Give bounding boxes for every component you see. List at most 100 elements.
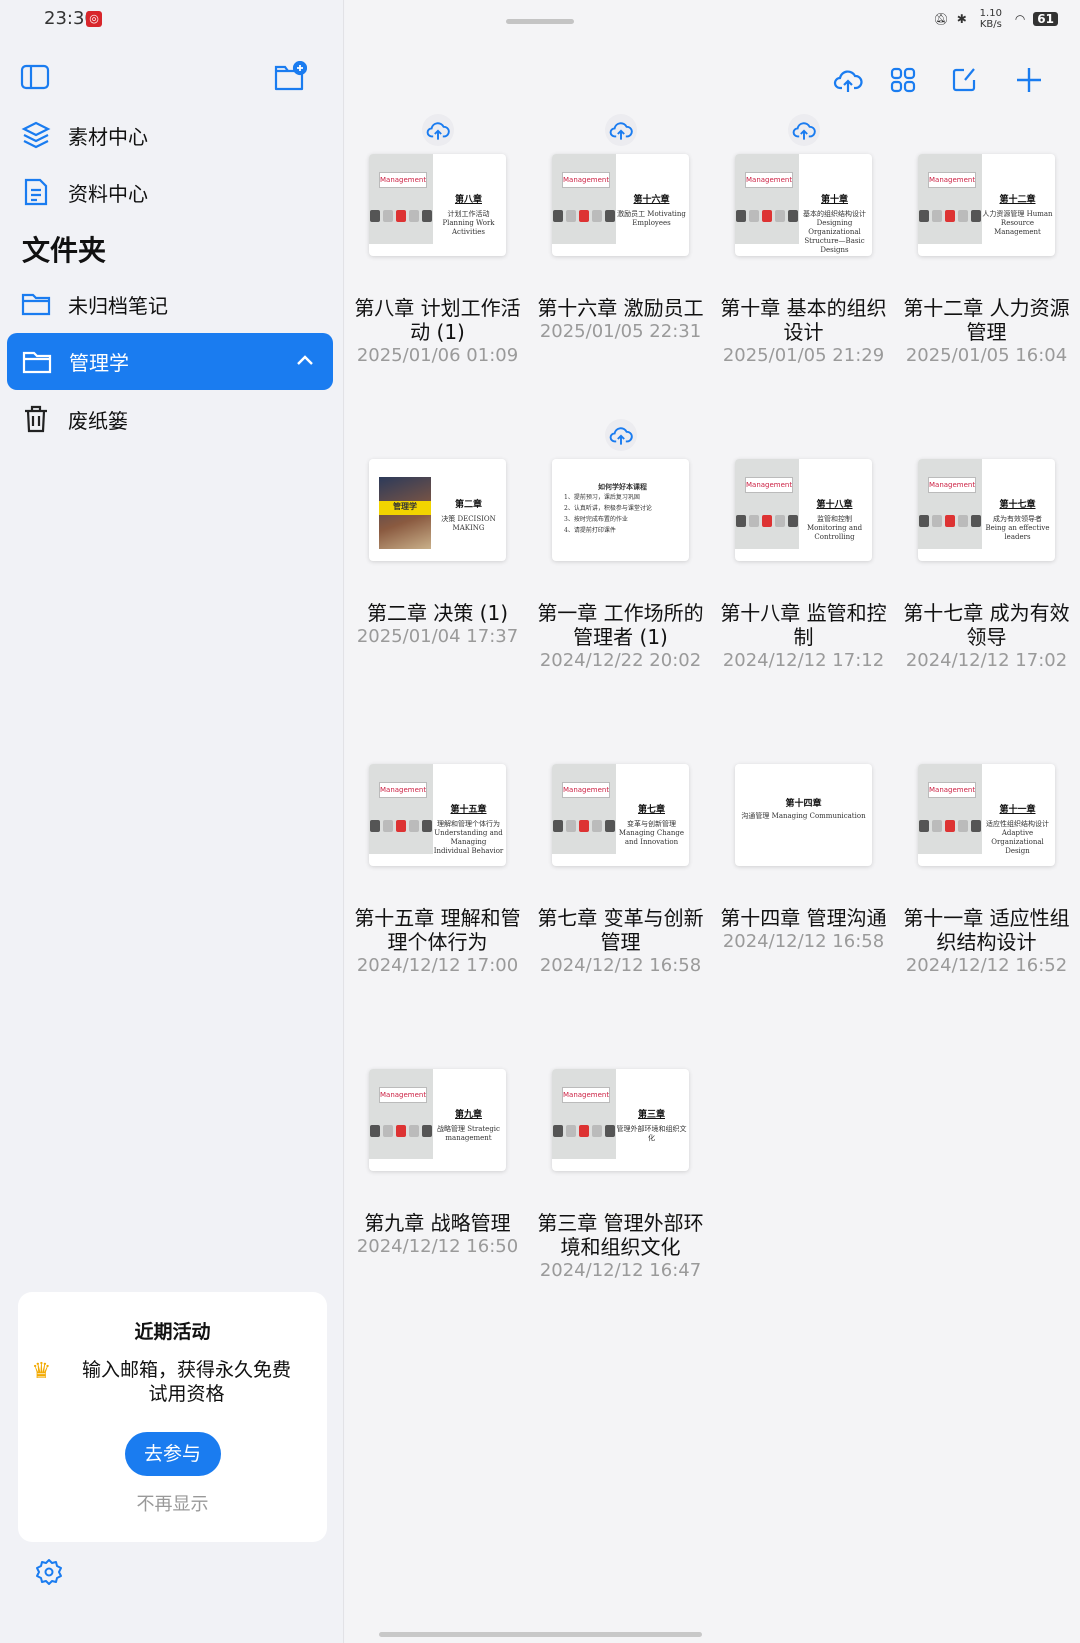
slide-subtitle: 沟通管理 Managing Communication: [741, 812, 866, 820]
sidebar-folder-management[interactable]: 管理学: [7, 333, 333, 390]
slide-cover-panel: Management: [918, 154, 982, 244]
note-thumbnail: Management 第九章 战略管理 Strategic management: [369, 1069, 506, 1171]
note-card[interactable]: 如何学好本课程 1、提前预习，课后复习巩固 2、认真听讲，积极参与课堂讨论 3、按时完…: [529, 417, 712, 722]
note-thumbnail: 如何学好本课程 1、提前预习，课后复习巩固 2、认真听讲，积极参与课堂讨论 3、按时完…: [552, 459, 689, 561]
note-thumbnail: 管理学 第二章决策 DECISION MAKING: [369, 459, 506, 561]
settings-gear-icon[interactable]: [34, 1557, 64, 1587]
sidebar-item-resources[interactable]: 资料中心: [20, 172, 148, 212]
sidebar-item-materials[interactable]: 素材中心: [20, 115, 148, 155]
sidebar-toggle-icon[interactable]: [18, 62, 52, 92]
folder-icon: [21, 293, 51, 316]
dont-show-again-link[interactable]: 不再显示: [18, 1490, 327, 1516]
slide-people-image: [553, 1125, 615, 1137]
note-thumbnail: Management 第十七章 成为有效领导者 Being an effective…: [918, 459, 1055, 561]
join-button[interactable]: 去参与: [124, 1432, 221, 1476]
trash-icon: [25, 405, 47, 433]
note-card[interactable]: Management 第七章变革与创新管理 Managing Change and…: [529, 722, 712, 1027]
status-icons: 🔕︎ ✱ 1.10 KB/s ◠ 61: [934, 8, 1058, 30]
cloud-upload-icon[interactable]: [422, 114, 454, 146]
window-drag-handle[interactable]: [506, 19, 574, 24]
slide-cover-panel: Management: [735, 459, 799, 549]
slide-title: 第十六章: [633, 195, 670, 205]
cloud-upload-icon[interactable]: [605, 419, 637, 451]
note-card[interactable]: Management 第十一章 适应性组织结构设计 Adaptive Organiz…: [895, 722, 1078, 1027]
note-card[interactable]: Management 第十七章 成为有效领导者 Being an effective…: [895, 417, 1078, 722]
note-card[interactable]: 第十四章 沟通管理 Managing Communication 第十四章 管理沟通…: [712, 722, 895, 1027]
note-card[interactable]: Management 第十八章 监管和控制 Monitoring and Contr…: [712, 417, 895, 722]
note-title: 第十章 基本的组织设计: [720, 296, 887, 344]
slide-brand: Management: [928, 782, 976, 798]
note-date: 2024/12/12 17:12: [722, 650, 885, 671]
note-card[interactable]: Management 第九章 战略管理 Strategic management 第九…: [346, 1027, 529, 1332]
slide-brand: Management: [379, 782, 427, 798]
promo-text-wrap: ♛ 输入邮箱，获得永久免费试用资格: [32, 1358, 298, 1406]
slide-people-image: [370, 210, 432, 222]
slide-subtitle: 战略管理 Strategic management: [437, 1125, 500, 1142]
slide-cover-panel: Management: [735, 154, 799, 244]
note-thumbnail: Management 第八章 计划工作活动 Planning Work Activi…: [369, 154, 506, 256]
slide-subtitle: 基本的组织结构设计 Designing Organizational Struc…: [803, 210, 866, 254]
slide-brand: Management: [928, 172, 976, 188]
note-thumbnail: Management 第十二章 人力资源管理 Human Resource Mana…: [918, 154, 1055, 256]
note-card[interactable]: Management 第十章基本的组织结构设计 Designing Organiz…: [712, 112, 895, 417]
note-card[interactable]: Management 第三章 管理外部环境和组织文化第三章 管理外部环境和组织文化 2…: [529, 1027, 712, 1332]
home-indicator[interactable]: [379, 1632, 702, 1637]
note-card[interactable]: 管理学 第二章决策 DECISION MAKING 第二章 决策 (1) 2025/0…: [346, 417, 529, 722]
slide-title: 第九章: [454, 1110, 482, 1120]
cloud-sync-icon[interactable]: [831, 63, 865, 97]
chevron-up-icon[interactable]: [293, 349, 317, 373]
app-notification-icon: ◎: [86, 11, 102, 27]
note-card[interactable]: Management 第十二章 人力资源管理 Human Resource Mana…: [895, 112, 1078, 417]
note-thumbnail: Management 第三章 管理外部环境和组织文化: [552, 1069, 689, 1171]
note-title: 第十七章 成为有效领导: [903, 601, 1070, 649]
slide-people-image: [919, 820, 981, 832]
slide-cover-panel: Management: [369, 154, 433, 244]
book-cover-image: 管理学: [379, 477, 431, 549]
slide-people-image: [370, 820, 432, 832]
slide-cover-panel: Management: [918, 459, 982, 549]
slide-brand: Management: [745, 477, 793, 493]
slide-title: 第七章: [637, 805, 665, 815]
sidebar-folder-trash[interactable]: 废纸篓: [20, 399, 128, 439]
slide-people-image: [553, 210, 615, 222]
sidebar-folder-unfiled[interactable]: 未归档笔记: [20, 284, 168, 324]
edit-note-icon[interactable]: [947, 63, 981, 97]
folder-icon: [22, 351, 52, 373]
note-date: 2025/01/06 01:09: [356, 345, 519, 366]
folders-heading: 文件夹: [22, 234, 107, 267]
grid-view-icon[interactable]: [886, 63, 920, 97]
note-date: 2024/12/12 16:52: [905, 955, 1068, 976]
note-thumbnail: Management 第十章基本的组织结构设计 Designing Organiz…: [735, 154, 872, 256]
note-card[interactable]: Management 第十六章 激励员工 Motivating Employees 第…: [529, 112, 712, 417]
document-icon: [24, 178, 48, 206]
note-date: 2025/01/04 17:37: [356, 626, 519, 647]
slide-people-image: [919, 515, 981, 527]
slide-title: 第十章: [820, 195, 848, 205]
note-title: 第七章 变革与创新管理: [537, 906, 704, 954]
note-card[interactable]: Management 第八章 计划工作活动 Planning Work Activi…: [346, 112, 529, 417]
note-title-block: 第二章 决策 (1) 2025/01/04 17:37: [346, 601, 529, 649]
slide-brand: Management: [562, 782, 610, 798]
note-title-block: 第九章 战略管理 2024/12/12 16:50: [346, 1211, 529, 1259]
cloud-upload-icon[interactable]: [788, 114, 820, 146]
note-thumbnail: Management 第十一章 适应性组织结构设计 Adaptive Organiz…: [918, 764, 1055, 866]
note-title-block: 第十六章 激励员工 2025/01/05 22:31: [529, 296, 712, 344]
add-note-icon[interactable]: [1012, 63, 1046, 97]
slide-title: 第二章: [454, 500, 482, 510]
recent-activity-card: 近期活动 ♛ 输入邮箱，获得永久免费试用资格 去参与 不再显示: [18, 1292, 327, 1542]
note-title: 第八章 计划工作活动 (1): [354, 296, 521, 344]
slide-subtitle: 管理外部环境和组织文化: [616, 1125, 687, 1142]
slide-subtitle: 变革与创新管理 Managing Change and Innovation: [618, 820, 685, 846]
slide-people-image: [736, 210, 798, 222]
note-title: 第三章 管理外部环境和组织文化: [537, 1211, 704, 1259]
note-title-block: 第三章 管理外部环境和组织文化 2024/12/12 16:47: [529, 1211, 712, 1283]
note-thumbnail: Management 第七章变革与创新管理 Managing Change and…: [552, 764, 689, 866]
new-folder-icon[interactable]: [272, 60, 308, 94]
note-title-block: 第一章 工作场所的管理者 (1) 2024/12/22 20:02: [529, 601, 712, 673]
sidebar-item-label: 素材中心: [68, 124, 148, 149]
note-title: 第十四章 管理沟通: [720, 906, 887, 930]
note-card[interactable]: Management 第十五章 理解和管理个体行为 Understanding an…: [346, 722, 529, 1027]
note-date: 2025/01/05 21:29: [722, 345, 885, 366]
cloud-upload-icon[interactable]: [605, 114, 637, 146]
slide-subtitle: 决策 DECISION MAKING: [441, 515, 496, 532]
